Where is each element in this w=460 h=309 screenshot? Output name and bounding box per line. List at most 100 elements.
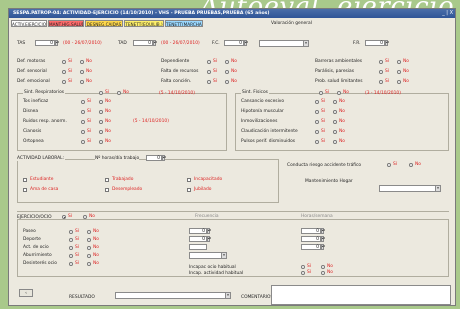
- conduce-no-radio[interactable]: [409, 163, 413, 167]
- laboral-check-4[interactable]: [105, 188, 109, 192]
- ejercicio-row-3-no-radio[interactable]: [87, 254, 91, 258]
- ejercicio-freq-spinner-1[interactable]: ▴▾: [207, 236, 211, 242]
- ejercicio-freq-input-1[interactable]: 0: [189, 236, 207, 242]
- tad-input[interactable]: 0: [133, 40, 153, 46]
- resp-item-3-yes-radio[interactable]: [81, 130, 85, 134]
- resp-item-2-yes-radio[interactable]: [81, 120, 85, 124]
- ejercicio-hours-input-2[interactable]: 0: [301, 244, 321, 250]
- resp-item-0-no-radio[interactable]: [99, 100, 103, 104]
- deficit-1-no-radio[interactable]: [80, 70, 84, 74]
- tab-3[interactable]: TENETT(EQUILIB.): [124, 20, 164, 27]
- fisicos-item-2-no-radio[interactable]: [333, 120, 337, 124]
- incap-act-no-radio[interactable]: [321, 271, 325, 275]
- ejercicio-row-1-no-radio[interactable]: [87, 238, 91, 242]
- deficit-2-yes-radio[interactable]: [62, 80, 66, 84]
- ejercicio-row-4-no-radio[interactable]: [87, 262, 91, 266]
- ejercicio-row-3-yes-radio[interactable]: [69, 254, 73, 258]
- ejercicio-hours-spinner-1[interactable]: ▴▾: [321, 236, 325, 242]
- fisicos-item-4-no-radio[interactable]: [333, 140, 337, 144]
- ejercicio-row-2-yes-radio[interactable]: [69, 246, 73, 250]
- tad-spinner[interactable]: ▴▾: [153, 40, 157, 46]
- resp-item-0-yes-radio[interactable]: [81, 100, 85, 104]
- fr-spinner[interactable]: ▴▾: [385, 40, 389, 46]
- tab-2[interactable]: DESNEG.CAIDAS: [85, 20, 123, 27]
- fisicos-title-no-radio[interactable]: [337, 91, 341, 95]
- mid-0-no-radio[interactable]: [225, 60, 229, 64]
- fisicos-item-4-yes-radio[interactable]: [315, 140, 319, 144]
- window-controls[interactable]: _ | X: [442, 10, 453, 17]
- laboral-check-0[interactable]: [23, 178, 27, 182]
- mid-1-yes-radio[interactable]: [207, 70, 211, 74]
- fisicos-title-yes-radio[interactable]: [319, 91, 323, 95]
- right-1-no-radio[interactable]: [397, 70, 401, 74]
- ejercicio-row-0-no-radio[interactable]: [87, 230, 91, 234]
- ejercicio-hours-input-1[interactable]: 0: [301, 236, 321, 242]
- resp-title-yes-radio[interactable]: [99, 91, 103, 95]
- fisicos-item-2-yes-radio[interactable]: [315, 120, 319, 124]
- laboral-check-1[interactable]: [105, 178, 109, 182]
- right-2-no-radio[interactable]: [397, 80, 401, 84]
- deficit-1-yes-radio[interactable]: [62, 70, 66, 74]
- fisicos-item-0-yes-radio[interactable]: [315, 100, 319, 104]
- ejercicio-row-2-no-radio[interactable]: [87, 246, 91, 250]
- mid-2-no-radio[interactable]: [225, 80, 229, 84]
- fc-input[interactable]: 0: [224, 40, 244, 46]
- incap-ocio-no-radio[interactable]: [321, 265, 325, 269]
- ejercicio-freq-spinner-0[interactable]: ▴▾: [207, 228, 211, 234]
- tas-spinner[interactable]: ▴▾: [55, 40, 59, 46]
- ejercicio-freq-input-2[interactable]: [189, 244, 207, 250]
- laboral-check-2[interactable]: [187, 178, 191, 182]
- mant-hogar-select[interactable]: ▾: [379, 185, 441, 192]
- resp-item-3-no-radio[interactable]: [99, 130, 103, 134]
- comentarios-textarea[interactable]: [271, 285, 451, 305]
- resp-item-label-0: Tos ineficaz: [23, 99, 49, 104]
- laboral-check-label-5: Jubilado: [194, 187, 212, 192]
- fisicos-item-2-yes-label: Sí: [321, 119, 326, 124]
- tab-4[interactable]: TENETT(MARCHA): [165, 20, 203, 27]
- right-0-no-radio[interactable]: [397, 60, 401, 64]
- mid-0-yes-radio[interactable]: [207, 60, 211, 64]
- fc-spinner[interactable]: ▴▾: [244, 40, 248, 46]
- ejercicio-hours-spinner-2[interactable]: ▴▾: [321, 244, 325, 250]
- ejercicio-row-4-yes-radio[interactable]: [69, 262, 73, 266]
- fr-input[interactable]: 0: [365, 40, 385, 46]
- incap-act-yes-radio[interactable]: [301, 271, 305, 275]
- resp-item-4-no-radio[interactable]: [99, 140, 103, 144]
- ejercicio-row-1-yes-radio[interactable]: [69, 238, 73, 242]
- conduce-yes-radio[interactable]: [387, 163, 391, 167]
- mid-1-no-radio[interactable]: [225, 70, 229, 74]
- back-button[interactable]: ‹: [19, 289, 33, 297]
- deficit-0-no-radio[interactable]: [80, 60, 84, 64]
- right-2-yes-radio[interactable]: [379, 80, 383, 84]
- right-1-yes-radio[interactable]: [379, 70, 383, 74]
- tas-input[interactable]: 0: [35, 40, 55, 46]
- incap-ocio-yes-radio[interactable]: [301, 265, 305, 269]
- resp-item-2-no-radio[interactable]: [99, 120, 103, 124]
- laboral-check-5[interactable]: [187, 188, 191, 192]
- resp-item-1-yes-radio[interactable]: [81, 110, 85, 114]
- resp-title-no-radio[interactable]: [117, 91, 121, 95]
- tab-1[interactable]: MANT.HIG.SALUD: [48, 20, 84, 27]
- ejercicio-hours-input-0[interactable]: 0: [301, 228, 321, 234]
- deficit-2-no-radio[interactable]: [80, 80, 84, 84]
- hours-input[interactable]: 0: [146, 155, 162, 161]
- fc-select[interactable]: ▾: [259, 40, 309, 47]
- ejercicio-row-0-yes-radio[interactable]: [69, 230, 73, 234]
- ejercicio-hours-spinner-0[interactable]: ▴▾: [321, 228, 325, 234]
- right-0-yes-radio[interactable]: [379, 60, 383, 64]
- mid-2-yes-radio[interactable]: [207, 80, 211, 84]
- resultado-select[interactable]: ▾: [115, 292, 231, 299]
- ocio-select[interactable]: ▾: [189, 252, 227, 259]
- ejercicio-freq-input-0[interactable]: 0: [189, 228, 207, 234]
- fisicos-item-3-yes-radio[interactable]: [315, 130, 319, 134]
- tab-0[interactable]: ACTIV.EJERCICIO: [11, 20, 47, 27]
- fisicos-item-1-yes-radio[interactable]: [315, 110, 319, 114]
- fisicos-item-1-no-radio[interactable]: [333, 110, 337, 114]
- laboral-check-3[interactable]: [23, 188, 27, 192]
- fisicos-item-0-no-radio[interactable]: [333, 100, 337, 104]
- resp-item-1-no-radio[interactable]: [99, 110, 103, 114]
- fisicos-item-3-no-radio[interactable]: [333, 130, 337, 134]
- hours-spinner[interactable]: ▴▾: [162, 155, 166, 161]
- resp-item-4-yes-radio[interactable]: [81, 140, 85, 144]
- deficit-0-yes-radio[interactable]: [62, 60, 66, 64]
